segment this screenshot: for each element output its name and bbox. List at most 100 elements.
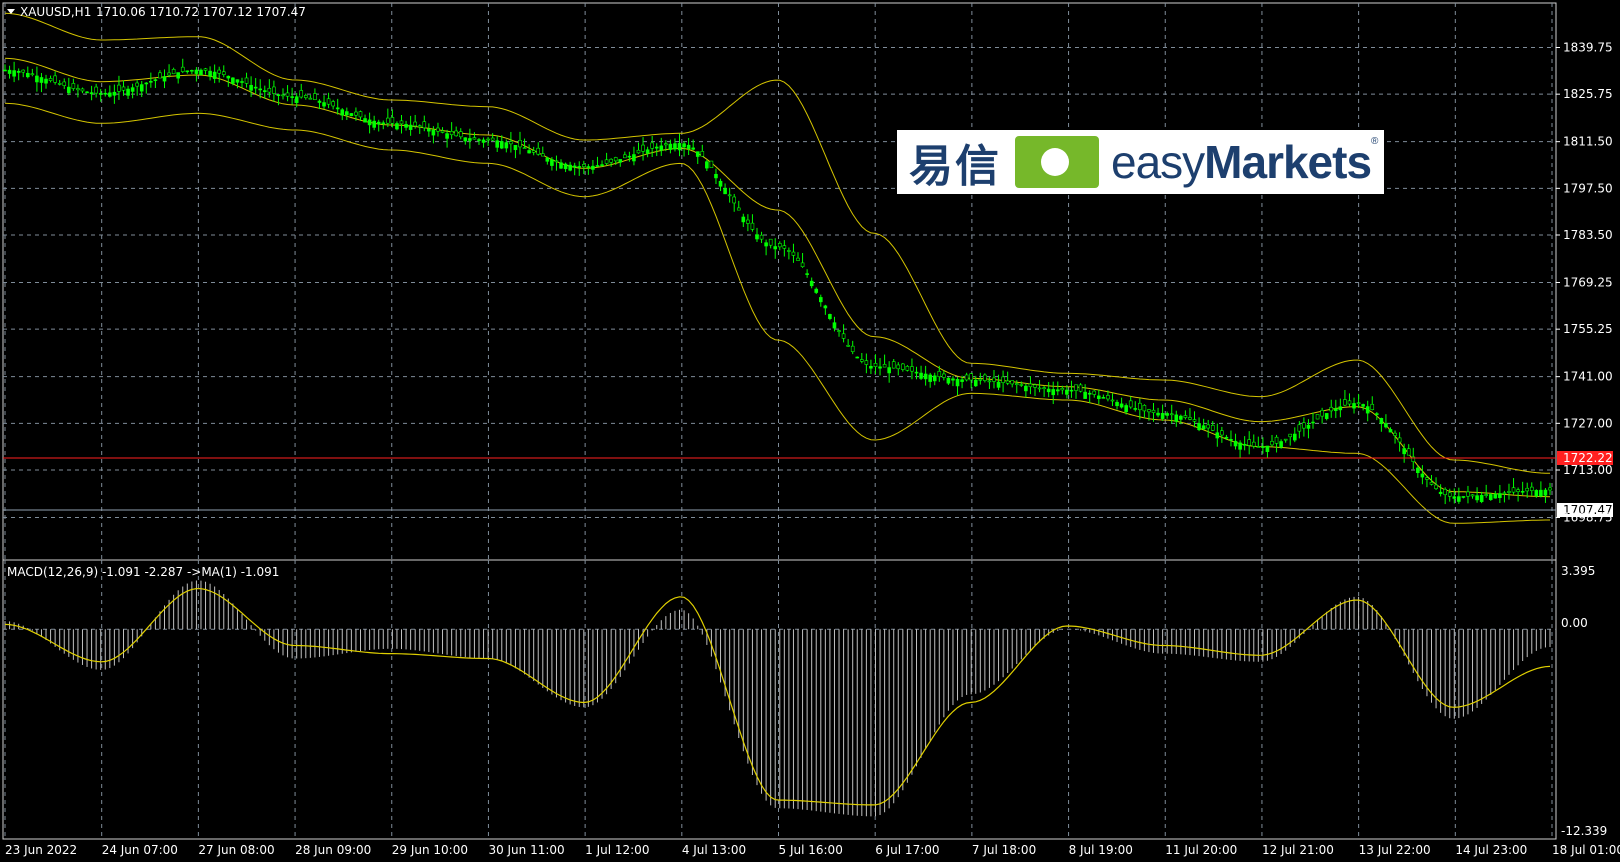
time-tick-label: 23 Jun 2022 xyxy=(5,843,77,857)
candle-body xyxy=(1224,436,1229,439)
candle-body xyxy=(1151,409,1156,413)
candle-body xyxy=(313,93,317,100)
time-axis: 23 Jun 2022 24 Jun 07:00 27 Jun 08:00 28 Ju… xyxy=(5,843,1620,857)
candle-body xyxy=(1028,383,1033,388)
candle-body xyxy=(809,280,814,287)
candle-body xyxy=(969,373,973,381)
macd-label: MACD(12,26,9) -1.091 -2.287 ->MA(1) -1.0… xyxy=(7,565,279,579)
candle-body xyxy=(1329,406,1334,412)
candle-body xyxy=(1288,433,1293,438)
logo-registered: ® xyxy=(1371,136,1379,147)
candle-body xyxy=(121,86,126,91)
candle-body xyxy=(1498,493,1502,499)
candle-body xyxy=(550,159,554,166)
candle-body xyxy=(76,88,80,91)
candle-body xyxy=(1005,380,1010,384)
candle-body xyxy=(755,234,759,240)
candle-body xyxy=(190,69,194,72)
candle-body xyxy=(905,366,910,371)
price-tick-label: 1727.00 xyxy=(1563,416,1613,430)
candle-body xyxy=(1033,384,1037,388)
candle-body xyxy=(308,97,313,100)
price-tick-label: 1769.25 xyxy=(1563,276,1613,290)
candle-body xyxy=(1238,442,1242,450)
candle-body xyxy=(67,86,71,94)
candle-body xyxy=(1516,489,1520,493)
candle-body xyxy=(937,371,942,377)
candle-body xyxy=(89,92,94,95)
logo-en-text: easyMarkets xyxy=(1111,135,1372,189)
candle-body xyxy=(25,72,30,78)
time-tick-label: 30 Jun 11:00 xyxy=(488,843,564,857)
candle-body xyxy=(126,88,130,96)
candle-body xyxy=(253,86,258,89)
candle-body xyxy=(1270,441,1274,446)
candle-body xyxy=(262,90,267,93)
candle-body xyxy=(1169,413,1174,416)
candle-body xyxy=(499,141,504,149)
candle-body xyxy=(449,131,454,136)
time-tick-label: 5 Jul 16:00 xyxy=(779,843,843,857)
time-tick-label: 28 Jun 09:00 xyxy=(295,843,371,857)
candle-body xyxy=(1416,467,1420,474)
candle-body xyxy=(395,123,399,130)
candle-body xyxy=(468,138,472,141)
candle-body xyxy=(1461,496,1466,498)
candle-body xyxy=(1493,493,1498,499)
candle-body xyxy=(914,371,919,374)
candle-body xyxy=(1210,425,1215,431)
candle-body xyxy=(1101,397,1106,399)
candle-body xyxy=(1457,496,1461,502)
candle-body xyxy=(714,173,718,179)
candle-body xyxy=(659,145,664,151)
time-tick-label: 6 Jul 17:00 xyxy=(875,843,939,857)
candle-body xyxy=(1256,446,1261,448)
candle-body xyxy=(1402,448,1406,455)
candle-body xyxy=(563,163,568,170)
candle-body xyxy=(572,165,577,168)
candle-body xyxy=(1024,385,1028,392)
candle-body xyxy=(1525,487,1530,492)
candle-body xyxy=(162,76,167,82)
ohlc-values: 1710.06 1710.72 1707.12 1707.47 xyxy=(96,5,306,19)
candle-body xyxy=(80,88,85,92)
candle-body xyxy=(983,374,987,381)
candle-body xyxy=(331,101,335,107)
candle-body xyxy=(1174,414,1179,422)
candle-body xyxy=(736,207,741,211)
candle-body xyxy=(376,121,381,125)
candle-body xyxy=(235,79,240,83)
candle-body xyxy=(3,69,7,72)
candle-body xyxy=(358,111,363,118)
candle-body xyxy=(1065,389,1069,395)
candle-body xyxy=(764,242,768,247)
candle-body xyxy=(1320,410,1324,417)
candle-body xyxy=(281,94,285,97)
candle-body xyxy=(486,138,490,141)
candle-body xyxy=(1548,487,1552,491)
time-tick-label: 29 Jun 10:00 xyxy=(392,843,468,857)
candle-body xyxy=(1051,389,1056,396)
candle-body xyxy=(108,92,112,97)
candle-body xyxy=(846,345,850,347)
candle-body xyxy=(987,380,992,383)
candle-body xyxy=(1201,425,1206,430)
candle-body xyxy=(645,149,650,154)
candle-body xyxy=(1539,489,1543,497)
candle-body xyxy=(718,180,723,187)
candle-body xyxy=(1434,484,1438,489)
candle-body xyxy=(860,359,864,362)
time-tick-label: 4 Jul 13:00 xyxy=(682,843,746,857)
candle-body xyxy=(1133,408,1138,410)
candle-body xyxy=(823,305,828,309)
candle-body xyxy=(1315,414,1320,420)
candle-body xyxy=(1279,441,1283,448)
candle-body xyxy=(12,70,16,77)
candle-body xyxy=(249,84,253,91)
candle-body xyxy=(48,78,53,81)
candle-body xyxy=(1488,494,1493,500)
candle-body xyxy=(1215,432,1220,439)
candle-body xyxy=(267,87,272,93)
candle-body xyxy=(1406,448,1411,456)
price-tick-label: 1741.00 xyxy=(1563,370,1613,384)
